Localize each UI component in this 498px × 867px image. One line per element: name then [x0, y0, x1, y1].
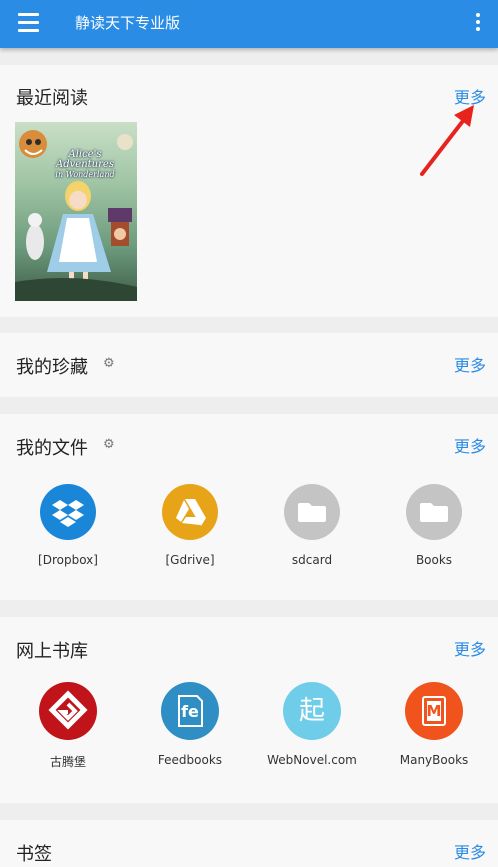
library-label: ManyBooks: [399, 753, 469, 767]
section-title-bookmarks: 书签: [16, 844, 52, 865]
library-manybooks[interactable]: M ManyBooks: [374, 682, 494, 767]
file-source-dropbox[interactable]: [Dropbox]: [8, 484, 128, 567]
book-cover-alice[interactable]: Alice's Adventures in Wonderland: [15, 122, 137, 301]
section-title-library: 网上书库: [16, 641, 88, 662]
more-link-bookmarks[interactable]: 更多: [454, 839, 486, 863]
gear-icon[interactable]: ⚙: [103, 356, 115, 371]
folder-icon: [284, 484, 340, 540]
file-source-label: [Dropbox]: [38, 553, 98, 567]
cover-title: Alice's Adventures in Wonderland: [55, 149, 115, 180]
file-source-label: Books: [415, 553, 453, 567]
online-library-section: 网上书库 更多 古腾堡 fe Feedbooks 起 WebNovel.com: [0, 617, 498, 803]
webnovel-icon: 起: [283, 682, 341, 740]
hamburger-menu-icon[interactable]: [18, 13, 39, 33]
dropbox-icon: [40, 484, 96, 540]
folder-icon: [406, 484, 462, 540]
app-title: 静读天下专业版: [75, 14, 181, 32]
my-files-section: 我的文件 ⚙ 更多 [Dropbox] [Gdrive] sdcard Book…: [0, 414, 498, 600]
gear-icon[interactable]: ⚙: [103, 437, 115, 452]
library-label: WebNovel.com: [267, 753, 357, 767]
library-gutenberg[interactable]: 古腾堡: [8, 682, 128, 770]
file-source-label: [Gdrive]: [165, 553, 215, 567]
file-source-label: sdcard: [291, 553, 333, 567]
library-feedbooks[interactable]: fe Feedbooks: [130, 682, 250, 767]
library-label: 古腾堡: [49, 755, 86, 769]
feedbooks-icon: fe: [161, 682, 219, 740]
library-label: Feedbooks: [157, 753, 223, 767]
bookmarks-section: 书签 更多: [0, 820, 498, 867]
more-link-library[interactable]: 更多: [454, 636, 486, 660]
annotation-arrow-icon: [420, 105, 474, 176]
file-source-sdcard[interactable]: sdcard: [252, 484, 372, 567]
more-link-favorites[interactable]: 更多: [454, 352, 486, 376]
library-webnovel[interactable]: 起 WebNovel.com: [252, 682, 372, 767]
file-source-gdrive[interactable]: [Gdrive]: [130, 484, 250, 567]
section-title-favorites: 我的珍藏: [16, 357, 88, 378]
manybooks-icon: M: [405, 682, 463, 740]
more-link-files[interactable]: 更多: [454, 433, 486, 457]
section-title-files: 我的文件: [16, 438, 88, 459]
gutenberg-icon: [39, 682, 97, 740]
google-drive-icon: [162, 484, 218, 540]
overflow-menu-icon[interactable]: [470, 13, 486, 35]
favorites-section: 我的珍藏 ⚙ 更多: [0, 333, 498, 397]
section-title-recent: 最近阅读: [16, 88, 88, 109]
app-bar: 静读天下专业版: [0, 0, 498, 48]
file-source-books[interactable]: Books: [374, 484, 494, 567]
